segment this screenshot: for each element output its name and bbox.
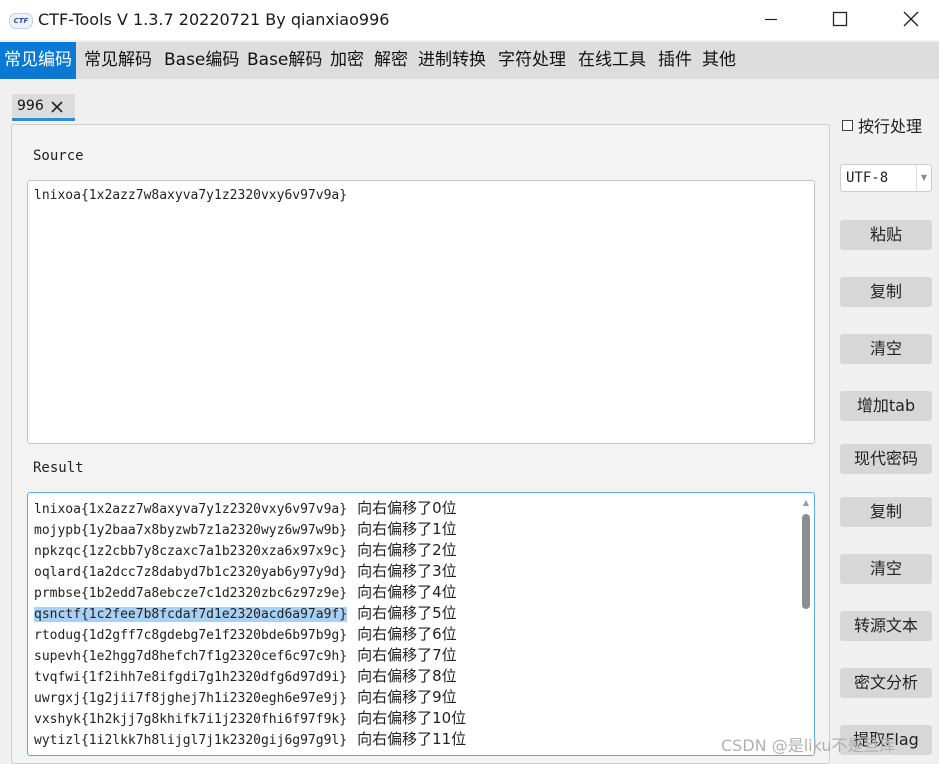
modern-cipher-button[interactable]: 现代密码 xyxy=(840,444,932,474)
result-line-code: qsnctf{1c2fee7b8fcdaf7d1e2320acd6a97a9f} xyxy=(34,607,348,622)
watermark: CSDN @是liku不是旦库 xyxy=(721,736,896,755)
menu-common-decode[interactable]: 常见解码 xyxy=(80,42,156,79)
app-logo-icon: CTF xyxy=(9,13,33,29)
line-process-checkbox[interactable]: 按行处理 xyxy=(842,113,923,136)
result-line: supevh{1e2hgg7d8hefch7f1g2320cef6c97c9h}… xyxy=(34,645,466,666)
result-scrollbar[interactable]: ▲ xyxy=(800,496,812,754)
result-textarea[interactable]: lnixoa{1x2azz7w8axyva7y1z2320vxy6v97v9a}… xyxy=(27,492,815,756)
menu-other[interactable]: 其他 xyxy=(698,42,740,79)
result-line: tvqfwi{1f2ihh7e8ifgdi7g1h2320dfg6d97d9i}… xyxy=(34,666,466,687)
scroll-up-icon[interactable]: ▲ xyxy=(801,498,811,508)
minimize-icon xyxy=(765,18,777,21)
result-line-code: oqlard{1a2dcc7z8dabyd7b1c2320yab6y97y9d} xyxy=(34,565,348,580)
title-bar: CTF CTF-Tools V 1.3.7 20220721 By qianxi… xyxy=(0,0,939,40)
result-line-code: wytizl{1i2lkk7h8lijgl7j1k2320gij6g97g9l} xyxy=(34,733,348,748)
result-line-code: lnixoa{1x2azz7w8axyva7y1z2320vxy6v97v9a} xyxy=(34,502,348,517)
source-textarea[interactable]: lnixoa{1x2azz7w8axyva7y1z2320vxy6v97v9a} xyxy=(27,180,815,444)
chevron-down-icon: ▼ xyxy=(916,165,931,191)
source-label: Source xyxy=(33,148,84,164)
tab-label: 996 xyxy=(17,98,44,114)
checkbox-box[interactable] xyxy=(842,119,853,131)
result-line-code: prmbse{1b2edd7a8ebcze7c1d2320zbc6z97z9e} xyxy=(34,586,348,601)
menu-encrypt[interactable]: 加密 xyxy=(326,42,368,79)
close-icon[interactable] xyxy=(50,100,64,114)
result-line-shift: 向右偏移了7位 xyxy=(357,646,457,664)
result-line-shift: 向右偏移了6位 xyxy=(357,625,457,643)
result-line-shift: 向右偏移了3位 xyxy=(357,562,457,580)
close-icon xyxy=(903,11,919,27)
result-line: prmbse{1b2edd7a8ebcze7c1d2320zbc6z97z9e}… xyxy=(34,582,466,603)
maximize-button[interactable] xyxy=(817,0,863,40)
menu-plugins[interactable]: 插件 xyxy=(654,42,696,79)
add-tab-button[interactable]: 增加tab xyxy=(840,391,932,421)
clear-result-button[interactable]: 清空 xyxy=(840,554,932,584)
menu-bar: 常见编码 常见解码 Base编码 Base解码 加密 解密 进制转换 字符处理 … xyxy=(0,42,939,79)
menu-base-decode[interactable]: Base解码 xyxy=(243,42,326,79)
result-line: rtodug{1d2gff7c8gdebg7e1f2320bde6b97b9g}… xyxy=(34,624,466,645)
window-title: CTF-Tools V 1.3.7 20220721 By qianxiao99… xyxy=(38,10,390,29)
tab-996[interactable]: 996 xyxy=(12,94,75,121)
result-line-code: uwrgxj{1g2jii7f8jghej7h1i2320egh6e97e9j} xyxy=(34,691,348,706)
source-text: lnixoa{1x2azz7w8axyva7y1z2320vxy6v97v9a} xyxy=(34,188,348,203)
result-line-shift: 向右偏移了0位 xyxy=(357,499,457,517)
paste-button[interactable]: 粘贴 xyxy=(840,220,932,250)
result-line-shift: 向右偏移了11位 xyxy=(357,730,467,748)
result-line-code: npkzqc{1z2cbb7y8czaxc7a1b2320xza6x97x9c} xyxy=(34,544,348,559)
result-line: qsnctf{1c2fee7b8fcdaf7d1e2320acd6a97a9f}… xyxy=(34,603,466,624)
to-source-button[interactable]: 转源文本 xyxy=(840,611,932,641)
copy-source-button[interactable]: 复制 xyxy=(840,277,932,307)
tab-content-panel: Source lnixoa{1x2azz7w8axyva7y1z2320vxy6… xyxy=(11,124,830,764)
result-line: wytizl{1i2lkk7h8lijgl7j1k2320gij6g97g9l}… xyxy=(34,729,466,750)
result-line: lnixoa{1x2azz7w8axyva7y1z2320vxy6v97v9a}… xyxy=(34,498,466,519)
result-line: oqlard{1a2dcc7z8dabyd7b1c2320yab6y97y9d}… xyxy=(34,561,466,582)
result-line: uwrgxj{1g2jii7f8jghej7h1i2320egh6e97e9j}… xyxy=(34,687,466,708)
result-line: vxshyk{1h2kjj7g8khifk7i1j2320fhi6f97f9k}… xyxy=(34,708,466,729)
result-line-code: rtodug{1d2gff7c8gdebg7e1f2320bde6b97b9g} xyxy=(34,628,348,643)
encoding-select[interactable]: UTF-8 ▼ xyxy=(840,164,932,192)
result-line: npkzqc{1z2cbb7y8czaxc7a1b2320xza6x97x9c}… xyxy=(34,540,466,561)
menu-string-process[interactable]: 字符处理 xyxy=(494,42,570,79)
result-line-code: vxshyk{1h2kjj7g8khifk7i1j2320fhi6f97f9k} xyxy=(34,712,348,727)
result-line-shift: 向右偏移了8位 xyxy=(357,667,457,685)
result-line-code: mojypb{1y2baa7x8byzwb7z1a2320wyz6w97w9b} xyxy=(34,523,348,538)
minimize-button[interactable] xyxy=(748,0,794,40)
result-lines: lnixoa{1x2azz7w8axyva7y1z2320vxy6v97v9a}… xyxy=(34,498,466,750)
close-window-button[interactable] xyxy=(887,0,933,40)
copy-result-button[interactable]: 复制 xyxy=(840,497,932,527)
result-line-shift: 向右偏移了1位 xyxy=(357,520,457,538)
scroll-thumb[interactable] xyxy=(802,514,810,609)
checkbox-label: 按行处理 xyxy=(858,117,923,136)
result-line-shift: 向右偏移了9位 xyxy=(357,688,457,706)
clear-source-button[interactable]: 清空 xyxy=(840,334,932,364)
result-line-shift: 向右偏移了5位 xyxy=(357,604,457,622)
result-label: Result xyxy=(33,460,84,476)
maximize-icon xyxy=(832,11,848,27)
result-line-shift: 向右偏移了10位 xyxy=(357,709,467,727)
result-line-code: supevh{1e2hgg7d8hefch7f1g2320cef6c97c9h} xyxy=(34,649,348,664)
result-line-shift: 向右偏移了2位 xyxy=(357,541,457,559)
cipher-analysis-button[interactable]: 密文分析 xyxy=(840,668,932,698)
result-line-code: tvqfwi{1f2ihh7e8ifgdi7g1h2320dfg6d97d9i} xyxy=(34,670,348,685)
menu-online-tools[interactable]: 在线工具 xyxy=(574,42,650,79)
result-line: mojypb{1y2baa7x8byzwb7z1a2320wyz6w97w9b}… xyxy=(34,519,466,540)
menu-decrypt[interactable]: 解密 xyxy=(370,42,412,79)
menu-base-encode[interactable]: Base编码 xyxy=(160,42,243,79)
menu-radix-convert[interactable]: 进制转换 xyxy=(414,42,490,79)
encoding-value: UTF-8 xyxy=(846,170,889,186)
menu-common-encode[interactable]: 常见编码 xyxy=(0,42,76,79)
result-line-shift: 向右偏移了4位 xyxy=(357,583,457,601)
